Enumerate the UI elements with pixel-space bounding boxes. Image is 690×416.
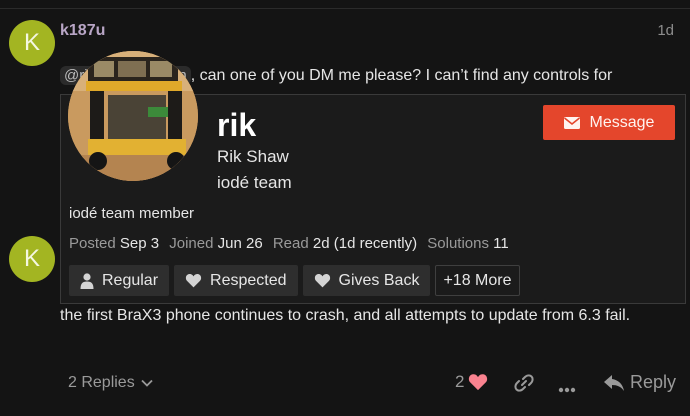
user-card-bio: iodé team member [69,205,195,222]
like-count: 2 [455,372,465,391]
joined-value: Jun 26 [217,235,263,252]
reply-icon [604,374,624,391]
copy-link-button[interactable] [514,374,534,397]
badge-label: Regular [102,271,159,289]
reply-button[interactable]: Reply [604,372,676,393]
badge-label: Respected [210,271,287,289]
posted-label: Posted [69,235,116,252]
posted-value: Sep 3 [119,235,160,252]
message-button[interactable]: Message [543,105,675,140]
avatar[interactable]: K [9,236,55,282]
more-badges-button[interactable]: +18 More [435,265,520,296]
badge-label: Gives Back [338,271,420,289]
link-icon [514,374,534,392]
replies-label: 2 Replies [68,374,135,391]
badge-list: Regular Respected Gives Back +18 More [69,265,520,296]
chevron-down-icon [141,379,153,387]
heart-icon [314,274,330,288]
heart-icon [185,274,202,288]
message-button-label: Message [589,113,655,131]
user-card-avatar[interactable] [68,51,198,181]
avatar[interactable]: K [9,20,55,66]
rickshaw-photo [68,51,198,181]
solutions-label: Solutions [427,235,489,252]
ellipsis-icon [558,387,576,393]
more-actions-button[interactable] [558,380,576,398]
user-card-username[interactable]: rik [217,107,256,144]
user-icon [80,272,94,289]
replies-toggle[interactable]: 2 Replies [68,374,153,392]
like-button[interactable]: 2 [455,372,488,392]
user-card-title: iodé team [217,173,292,192]
badge-gives-back[interactable]: Gives Back [302,265,431,296]
envelope-icon [563,116,580,129]
badge-respected[interactable]: Respected [174,265,298,296]
user-card: rik Rik Shaw iodé team Message iodé team… [60,51,686,304]
badge-regular[interactable]: Regular [69,265,170,296]
joined-label: Joined [169,235,214,252]
top-divider [0,8,690,9]
reply-label: Reply [630,372,677,392]
read-value: 2d (1d recently) [312,235,418,252]
user-card-stats: Posted Sep 3 Joined Jun 26 Read 2d (1d r… [69,235,515,252]
post-date[interactable]: 1d [657,22,674,39]
heart-icon [469,374,488,391]
read-label: Read [272,235,309,252]
post-username[interactable]: k187u [60,22,105,40]
solutions-value: 11 [493,235,509,252]
user-card-full-name: Rik Shaw [217,147,289,166]
post-text: the first BraX3 phone continues to crash… [60,307,631,324]
